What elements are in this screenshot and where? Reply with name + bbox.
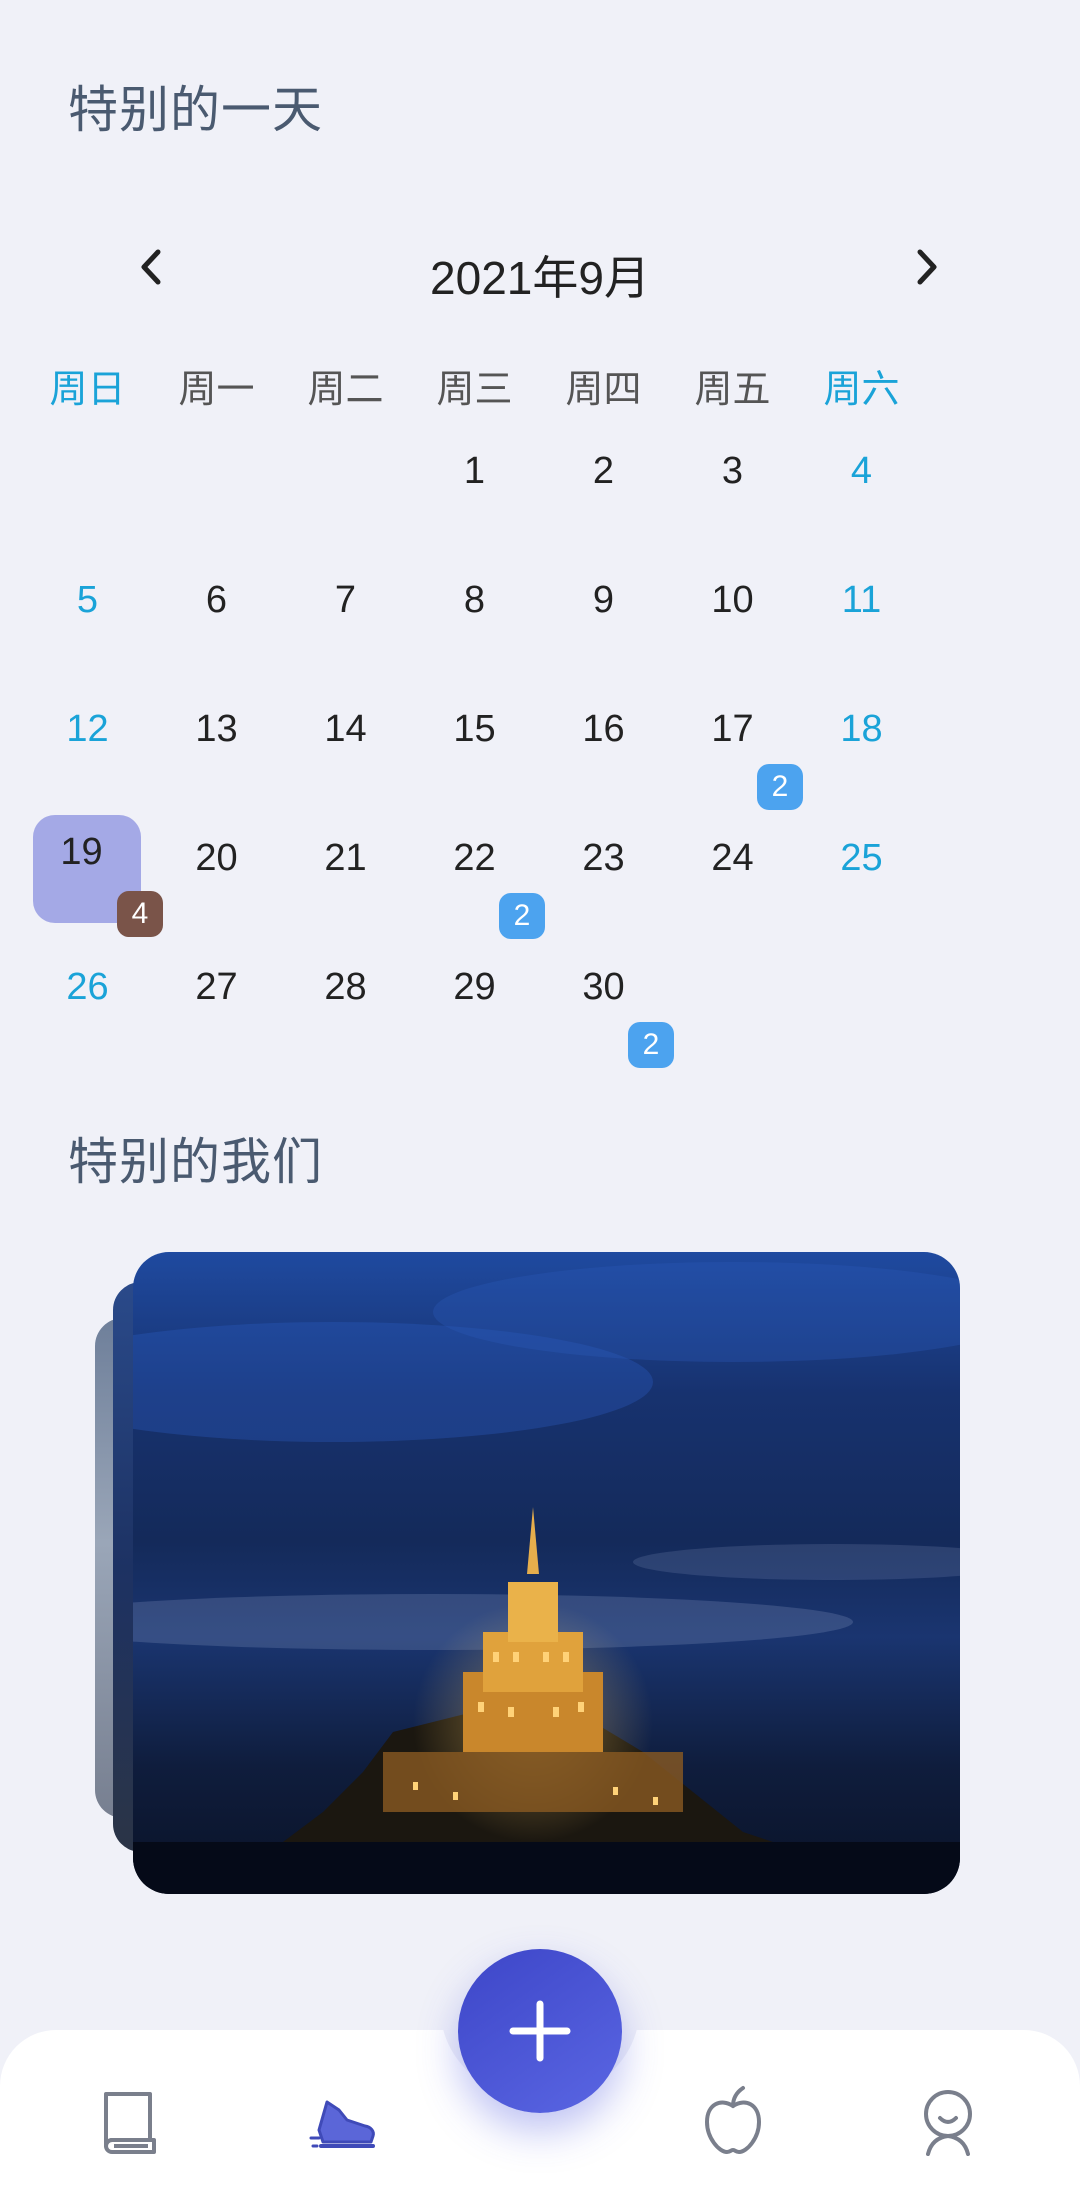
day-number: 28: [324, 966, 367, 1008]
calendar-day[interactable]: 26: [23, 946, 152, 1075]
event-count-badge: 4: [117, 891, 163, 937]
calendar-day[interactable]: 7: [281, 559, 410, 688]
calendar-day[interactable]: 27: [152, 946, 281, 1075]
day-number: 10: [711, 579, 754, 621]
calendar-day[interactable]: 5: [23, 559, 152, 688]
day-number: 2: [592, 450, 615, 492]
weekday-label: 周三: [436, 369, 513, 411]
plus-icon: [509, 2000, 571, 2062]
calendar-header: 2021年9月: [0, 228, 1080, 308]
calendar-day[interactable]: 28: [281, 946, 410, 1075]
day-number: 8: [463, 579, 486, 621]
tab-steps[interactable]: [305, 2080, 385, 2160]
book-icon: [104, 2092, 156, 2154]
calendar-day[interactable]: 20: [152, 817, 281, 946]
weekday-label: 周日: [49, 369, 126, 411]
special-day-title: 特别的一天: [68, 82, 323, 138]
calendar-day[interactable]: 12: [23, 688, 152, 817]
special-us-title: 特别的我们: [68, 1134, 323, 1190]
day-number: 21: [324, 837, 367, 879]
day-number: 3: [721, 450, 744, 492]
day-number: 30: [582, 966, 625, 1008]
tab-health[interactable]: [693, 2080, 773, 2160]
calendar-day[interactable]: 13: [152, 688, 281, 817]
photo-card-stack: [95, 1252, 960, 1894]
day-number: 19: [60, 831, 103, 873]
calendar-day[interactable]: 6: [152, 559, 281, 688]
day-number: 24: [711, 837, 754, 879]
day-number: 7: [334, 579, 357, 621]
castle-photo: [133, 1262, 960, 1894]
photo-card[interactable]: [133, 1252, 960, 1894]
calendar-day[interactable]: 8: [410, 559, 539, 688]
calendar-day[interactable]: 15: [410, 688, 539, 817]
day-number: 4: [850, 450, 873, 492]
calendar-day[interactable]: 30 2: [539, 946, 674, 1075]
calendar-day[interactable]: 17 2: [668, 688, 803, 817]
weekday-label: 周六: [823, 369, 900, 411]
calendar-day[interactable]: 11: [797, 559, 926, 688]
profile-icon: [924, 2090, 972, 2156]
tab-diary[interactable]: [90, 2080, 170, 2160]
day-number: 14: [324, 708, 367, 750]
calendar-day[interactable]: 9: [539, 559, 668, 688]
calendar-day[interactable]: 16: [539, 688, 668, 817]
day-number: 27: [195, 966, 238, 1008]
weekday-label: 周二: [307, 369, 384, 411]
calendar-day[interactable]: 1: [410, 430, 539, 559]
day-number: 6: [205, 579, 228, 621]
day-number: 1: [463, 450, 486, 492]
calendar-day[interactable]: 23: [539, 817, 668, 946]
day-number: 25: [840, 837, 883, 879]
weekday-label: 周一: [178, 369, 255, 411]
calendar-day[interactable]: 22 2: [410, 817, 545, 946]
calendar-day[interactable]: 10: [668, 559, 797, 688]
calendar-day[interactable]: 21: [281, 817, 410, 946]
calendar-day[interactable]: 14: [281, 688, 410, 817]
day-number: 12: [66, 708, 109, 750]
day-number: 29: [453, 966, 496, 1008]
sneaker-icon: [309, 2100, 375, 2148]
event-count-badge: 2: [499, 893, 545, 939]
calendar-day[interactable]: 4: [797, 430, 926, 559]
calendar-day-selected[interactable]: 19 4: [23, 815, 163, 946]
calendar-day[interactable]: 2: [539, 430, 668, 559]
calendar-day[interactable]: 18: [797, 688, 926, 817]
day-number: 26: [66, 966, 109, 1008]
calendar-day[interactable]: 24: [668, 817, 797, 946]
event-count-badge: 2: [628, 1022, 674, 1068]
day-number: 5: [76, 579, 99, 621]
tab-profile[interactable]: [908, 2080, 988, 2160]
day-number: 13: [195, 708, 238, 750]
day-number: 9: [592, 579, 615, 621]
weekday-label: 周四: [565, 369, 642, 411]
day-number: 23: [582, 837, 625, 879]
add-button[interactable]: [458, 1949, 622, 2113]
day-number: 17: [711, 708, 754, 750]
event-count-badge: 2: [757, 764, 803, 810]
day-number: 11: [841, 579, 882, 621]
weekday-label: 周五: [694, 369, 771, 411]
day-number: 15: [453, 708, 496, 750]
apple-icon: [704, 2086, 762, 2155]
day-number: 20: [195, 837, 238, 879]
day-number: 22: [453, 837, 496, 879]
weekday-header-row: 周日 周一 周二 周三 周四 周五 周六: [23, 358, 1057, 418]
next-month-button[interactable]: [900, 242, 950, 292]
calendar-day[interactable]: 29: [410, 946, 539, 1075]
calendar-day[interactable]: 25: [797, 817, 926, 946]
day-number: 18: [840, 708, 883, 750]
chevron-right-icon: [917, 249, 937, 285]
calendar-day[interactable]: 3: [668, 430, 797, 559]
day-number: 16: [582, 708, 625, 750]
